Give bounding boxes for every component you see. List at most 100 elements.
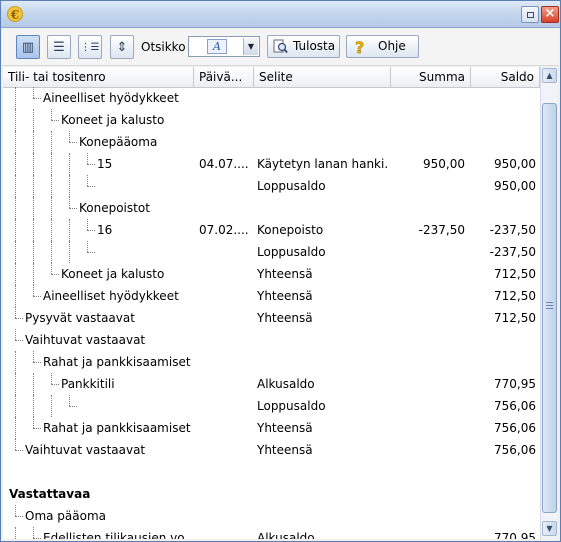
column-header-date[interactable]: Päivä... — [194, 67, 254, 88]
table-row[interactable]: Rahat ja pankkisaamiset — [3, 351, 540, 373]
description-cell: Alkusaldo — [257, 531, 315, 539]
table-row[interactable]: Loppusaldo 756,06 — [3, 395, 540, 417]
date-cell — [199, 241, 251, 263]
amount-cell — [391, 527, 465, 539]
scroll-up-arrow[interactable]: ▲ — [542, 68, 557, 83]
amount-cell — [391, 263, 465, 285]
chevron-down-icon[interactable]: ▼ — [243, 38, 258, 55]
date-cell: 07.02.... — [199, 223, 249, 237]
tree-guide — [51, 153, 52, 175]
help-button[interactable]: ? Ohje — [346, 35, 419, 58]
column-header-description[interactable]: Selite — [254, 67, 391, 88]
description-cell: Konepoisto — [257, 223, 324, 237]
tree-guide — [15, 263, 16, 285]
date-cell — [199, 527, 251, 539]
table-row[interactable]: Koneet ja kalusto Yhteensä 712,50 — [3, 263, 540, 285]
column-header-amount[interactable]: Summa — [391, 67, 471, 88]
table-row[interactable]: Loppusaldo -237,50 — [3, 241, 540, 263]
table-row[interactable]: Koneet ja kalusto — [3, 109, 540, 131]
tree-guide — [33, 109, 34, 131]
tree-connector — [69, 142, 77, 143]
tree-guide — [33, 373, 34, 395]
amount-cell — [391, 307, 465, 329]
table-row[interactable]: Vastattavaa — [3, 483, 540, 505]
tree-guide — [33, 395, 34, 417]
description-cell — [257, 109, 389, 131]
balance-cell: 950,00 — [494, 179, 536, 193]
description-cell — [257, 87, 389, 109]
tree-guide — [33, 241, 34, 263]
close-button[interactable]: × — [541, 6, 559, 23]
tree-connector — [87, 230, 95, 231]
print-button[interactable]: Tulosta — [267, 35, 340, 58]
tree-guide — [15, 351, 16, 373]
list-view-button[interactable]: ☰ — [47, 35, 71, 59]
account-cell — [97, 241, 192, 263]
font-icon: A — [207, 39, 227, 54]
tree-connector — [69, 406, 77, 407]
table-row[interactable]: Konepääoma — [3, 131, 540, 153]
column-header-account[interactable]: Tili- tai tositenro — [3, 67, 194, 88]
restore-button[interactable] — [521, 6, 539, 23]
table-row[interactable]: 15 04.07.... Käytetyn lanan hanki... 950,00… — [3, 153, 540, 175]
table-row[interactable]: 16 07.02.... Konepoisto -237,50 -237,50 — [3, 219, 540, 241]
account-cell: Rahat ja pankkisaamiset — [43, 421, 191, 435]
date-cell — [199, 483, 251, 505]
account-cell: Vaihtuvat vastaavat — [25, 333, 146, 347]
table-row[interactable]: Konepoistot — [3, 197, 540, 219]
tree-connector — [51, 120, 59, 121]
table-row[interactable] — [3, 461, 540, 483]
amount-cell — [391, 109, 465, 131]
table-row[interactable]: Pysyvät vastaavat Yhteensä 712,50 — [3, 307, 540, 329]
tree-connector — [87, 164, 95, 165]
date-cell — [199, 373, 251, 395]
tree-guide — [69, 219, 70, 241]
tree-guide — [69, 241, 70, 263]
help-label: Ohje — [378, 39, 406, 53]
account-cell: Koneet ja kalusto — [61, 113, 165, 127]
balance-cell: 756,06 — [494, 443, 536, 457]
heading-font-select[interactable]: A ▼ — [188, 36, 260, 57]
tree-guide — [69, 175, 70, 197]
tree-connector — [87, 186, 95, 187]
tree-connector — [51, 109, 52, 120]
table-header: Tili- tai tositenro Päivä... Selite Summ… — [3, 67, 540, 88]
table-row[interactable]: Loppusaldo 950,00 — [3, 175, 540, 197]
column-header-balance[interactable]: Saldo — [471, 67, 540, 88]
tree-guide — [51, 219, 52, 241]
description-cell: Alkusaldo — [257, 377, 315, 391]
expand-collapse-button[interactable]: ⇕ — [110, 35, 134, 59]
balance-cell — [471, 505, 536, 527]
tree-view-button[interactable]: ⋮☰ — [78, 35, 102, 59]
table-row[interactable]: Aineelliset hyödykkeet Yhteensä 712,50 — [3, 285, 540, 307]
scroll-down-arrow[interactable]: ▼ — [542, 521, 557, 536]
balance-cell — [471, 351, 536, 373]
tree-connector — [51, 384, 59, 385]
amount-cell: 950,00 — [423, 157, 465, 171]
table-row[interactable]: Oma pääoma — [3, 505, 540, 527]
tree-guide — [33, 219, 34, 241]
amount-cell — [391, 131, 465, 153]
print-preview-icon — [273, 39, 288, 54]
scroll-thumb[interactable] — [542, 103, 557, 513]
balance-cell: 712,50 — [494, 267, 536, 281]
tree-guide — [51, 395, 52, 417]
vertical-scrollbar[interactable]: ▲ ▼ — [540, 67, 557, 539]
amount-cell — [391, 417, 465, 439]
table-row[interactable]: Pankkitili Alkusaldo 770,95 — [3, 373, 540, 395]
table-row[interactable]: Vaihtuvat vastaavat — [3, 329, 540, 351]
amount-cell — [391, 87, 465, 109]
balance-cell — [471, 109, 536, 131]
table-row[interactable]: Aineelliset hyödykkeet — [3, 87, 540, 109]
table-row[interactable]: Vaihtuvat vastaavat Yhteensä 756,06 — [3, 439, 540, 461]
date-cell — [199, 175, 251, 197]
tree-connector — [69, 197, 70, 208]
description-cell — [257, 131, 389, 153]
date-cell — [199, 505, 251, 527]
table-row[interactable]: Rahat ja pankkisaamiset Yhteensä 756,06 — [3, 417, 540, 439]
account-cell: Aineelliset hyödykkeet — [43, 91, 179, 105]
columns-view-button[interactable]: ▥ — [16, 35, 40, 59]
table-row[interactable]: Edellisten tilikausien vo... Alkusaldo 770… — [3, 527, 540, 539]
tree-connector — [51, 274, 59, 275]
tree-guide — [15, 219, 16, 241]
